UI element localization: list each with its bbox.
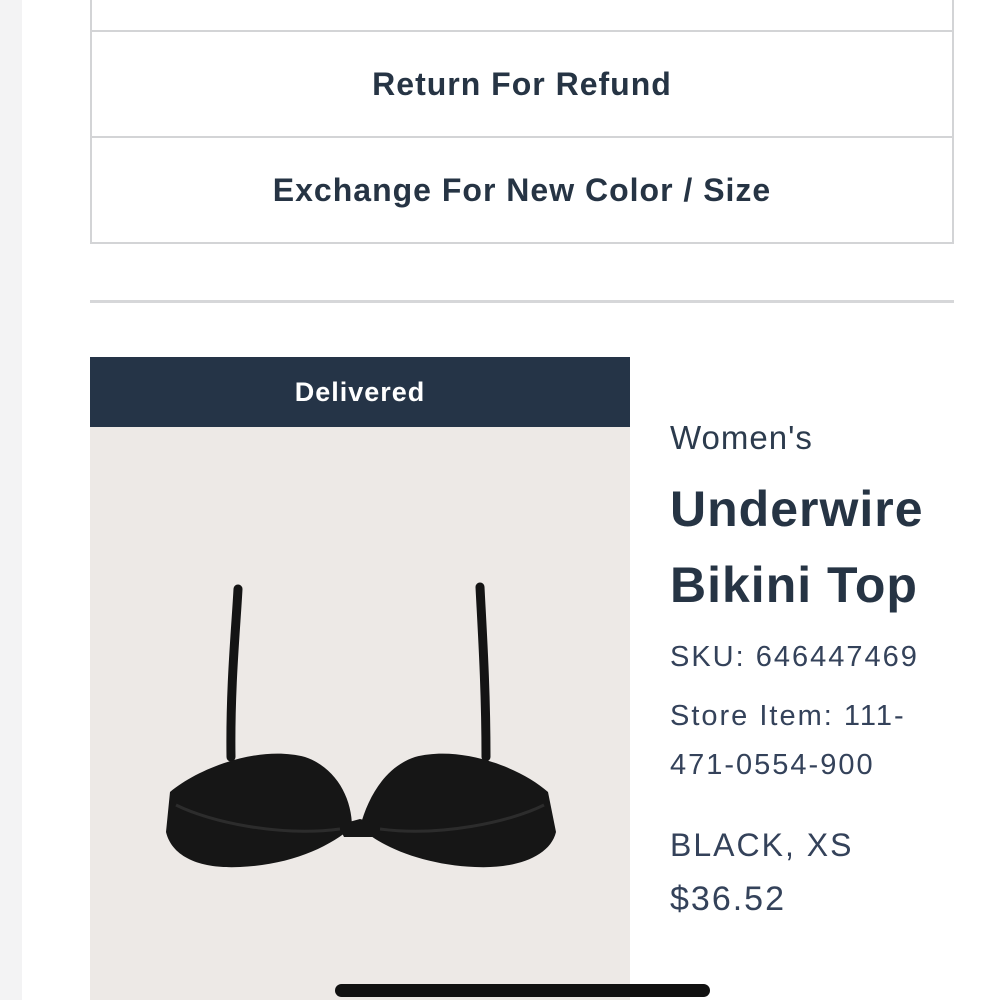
product-image[interactable] (90, 427, 630, 1000)
exchange-button[interactable]: Exchange For New Color / Size (92, 136, 952, 242)
order-actions: Return For Refund Exchange For New Color… (90, 0, 954, 244)
product-price: $36.52 (670, 880, 786, 918)
product-details: Women's Underwire Bikini Top SKU: 646447… (670, 419, 960, 926)
store-item-line: Store Item: 111-471-0554-900 (670, 700, 906, 781)
sku-line: SKU: 646447469 (670, 641, 919, 673)
left-gutter (0, 0, 22, 1000)
bikini-top-icon (166, 582, 556, 868)
home-indicator[interactable] (335, 984, 710, 997)
previous-action-button[interactable] (92, 0, 952, 30)
product-category: Women's (670, 419, 813, 456)
product-name[interactable]: Underwire Bikini Top (670, 471, 960, 623)
return-for-refund-button[interactable]: Return For Refund (92, 30, 952, 136)
section-divider (90, 300, 954, 303)
product-variant: BLACK, XS (670, 827, 854, 863)
order-item-card: Delivered Women's Underwire Bikini Top S… (90, 357, 954, 1000)
delivery-status-badge: Delivered (90, 357, 630, 427)
